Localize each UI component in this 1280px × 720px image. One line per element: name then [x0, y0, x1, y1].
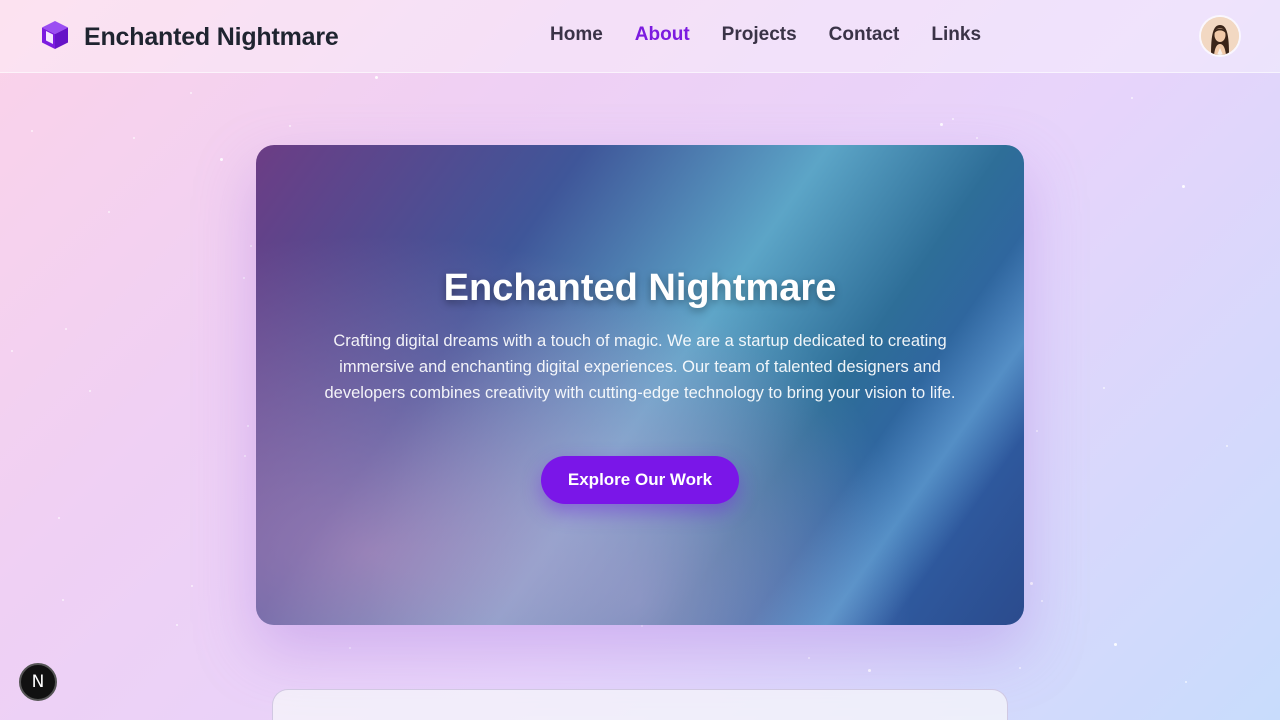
next-section-card [272, 689, 1008, 720]
brand-name: Enchanted Nightmare [84, 23, 339, 51]
nav-contact[interactable]: Contact [829, 24, 900, 46]
hero-description: Crafting digital dreams with a touch of … [324, 332, 956, 402]
nav-about[interactable]: About [635, 24, 690, 46]
user-avatar[interactable] [1201, 17, 1239, 55]
top-navbar: Enchanted Nightmare Home About Projects … [0, 0, 1280, 73]
nav-projects[interactable]: Projects [722, 24, 797, 46]
explore-work-button[interactable]: Explore Our Work [541, 456, 739, 504]
nav-links[interactable]: Links [931, 24, 981, 46]
nextjs-icon[interactable]: N [19, 663, 57, 701]
cube-icon [40, 20, 70, 55]
main-nav: Home About Projects Contact Links [550, 24, 981, 46]
hero-card: Enchanted Nightmare Crafting digital dre… [256, 145, 1024, 625]
nav-home[interactable]: Home [550, 24, 603, 46]
hero-title: Enchanted Nightmare [443, 267, 837, 309]
brand[interactable]: Enchanted Nightmare [40, 20, 339, 55]
